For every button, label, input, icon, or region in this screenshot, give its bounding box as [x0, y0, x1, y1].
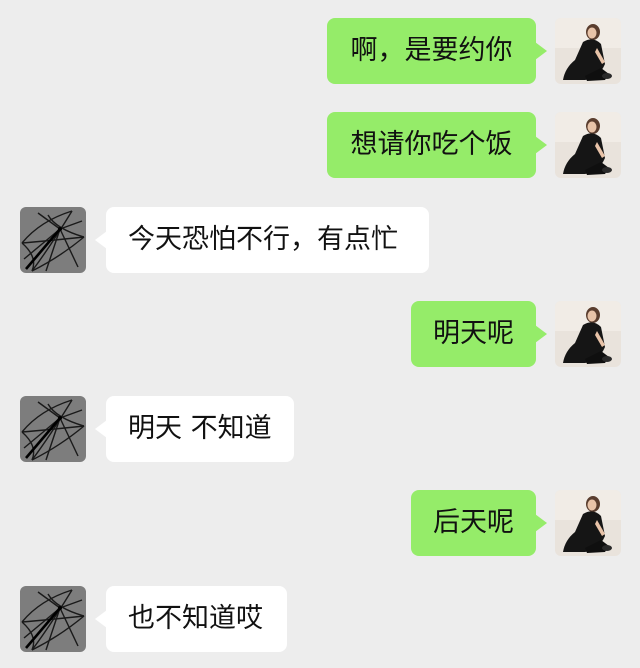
message-text: 后天呢 — [433, 507, 514, 538]
woman-black-dress-photo-icon — [555, 490, 621, 556]
umbrella-photo-icon — [20, 207, 86, 273]
self-avatar[interactable] — [555, 18, 621, 84]
message-text: 明天 不知道 — [128, 413, 272, 444]
umbrella-photo-icon — [20, 396, 86, 462]
woman-black-dress-photo-icon — [555, 301, 621, 367]
outgoing-message-bubble[interactable]: 想请你吃个饭 — [327, 112, 547, 178]
bubble-tail — [535, 136, 547, 154]
message-row-incoming: 今天恐怕不行，有点忙 — [0, 207, 640, 275]
bubble-tail — [535, 514, 547, 532]
bubble-tail — [95, 420, 107, 438]
bubble-tail — [535, 325, 547, 343]
message-row-incoming: 明天 不知道 — [0, 396, 640, 464]
woman-black-dress-photo-icon — [555, 18, 621, 84]
self-avatar[interactable] — [555, 112, 621, 178]
bubble-tail — [535, 42, 547, 60]
self-avatar[interactable] — [555, 490, 621, 556]
message-row-outgoing: 想请你吃个饭 — [0, 112, 640, 180]
bubble-tail — [95, 231, 107, 249]
incoming-message-bubble[interactable]: 也不知道哎 — [95, 586, 287, 652]
bubble-tail — [95, 610, 107, 628]
chat-message-list: 啊，是要约你 想请你吃个饭 今天恐怕不行，有点忙 明天呢 明天 不知道 后天呢 … — [0, 0, 640, 668]
message-text: 也不知道哎 — [128, 603, 263, 634]
message-row-outgoing: 啊，是要约你 — [0, 18, 640, 86]
woman-black-dress-photo-icon — [555, 112, 621, 178]
message-text: 啊，是要约你 — [350, 35, 513, 66]
message-text: 想请你吃个饭 — [350, 129, 513, 160]
incoming-message-bubble[interactable]: 今天恐怕不行，有点忙 — [95, 207, 429, 273]
contact-avatar[interactable] — [20, 586, 86, 652]
self-avatar[interactable] — [555, 301, 621, 367]
message-row-outgoing: 后天呢 — [0, 490, 640, 558]
contact-avatar[interactable] — [20, 396, 86, 462]
message-text: 明天呢 — [433, 318, 514, 349]
outgoing-message-bubble[interactable]: 啊，是要约你 — [327, 18, 547, 84]
umbrella-photo-icon — [20, 586, 86, 652]
message-text: 今天恐怕不行，有点忙 — [128, 224, 398, 255]
outgoing-message-bubble[interactable]: 明天呢 — [411, 301, 547, 367]
message-row-outgoing: 明天呢 — [0, 301, 640, 369]
outgoing-message-bubble[interactable]: 后天呢 — [411, 490, 547, 556]
contact-avatar[interactable] — [20, 207, 86, 273]
incoming-message-bubble[interactable]: 明天 不知道 — [95, 396, 294, 462]
message-row-incoming: 也不知道哎 — [0, 586, 640, 654]
